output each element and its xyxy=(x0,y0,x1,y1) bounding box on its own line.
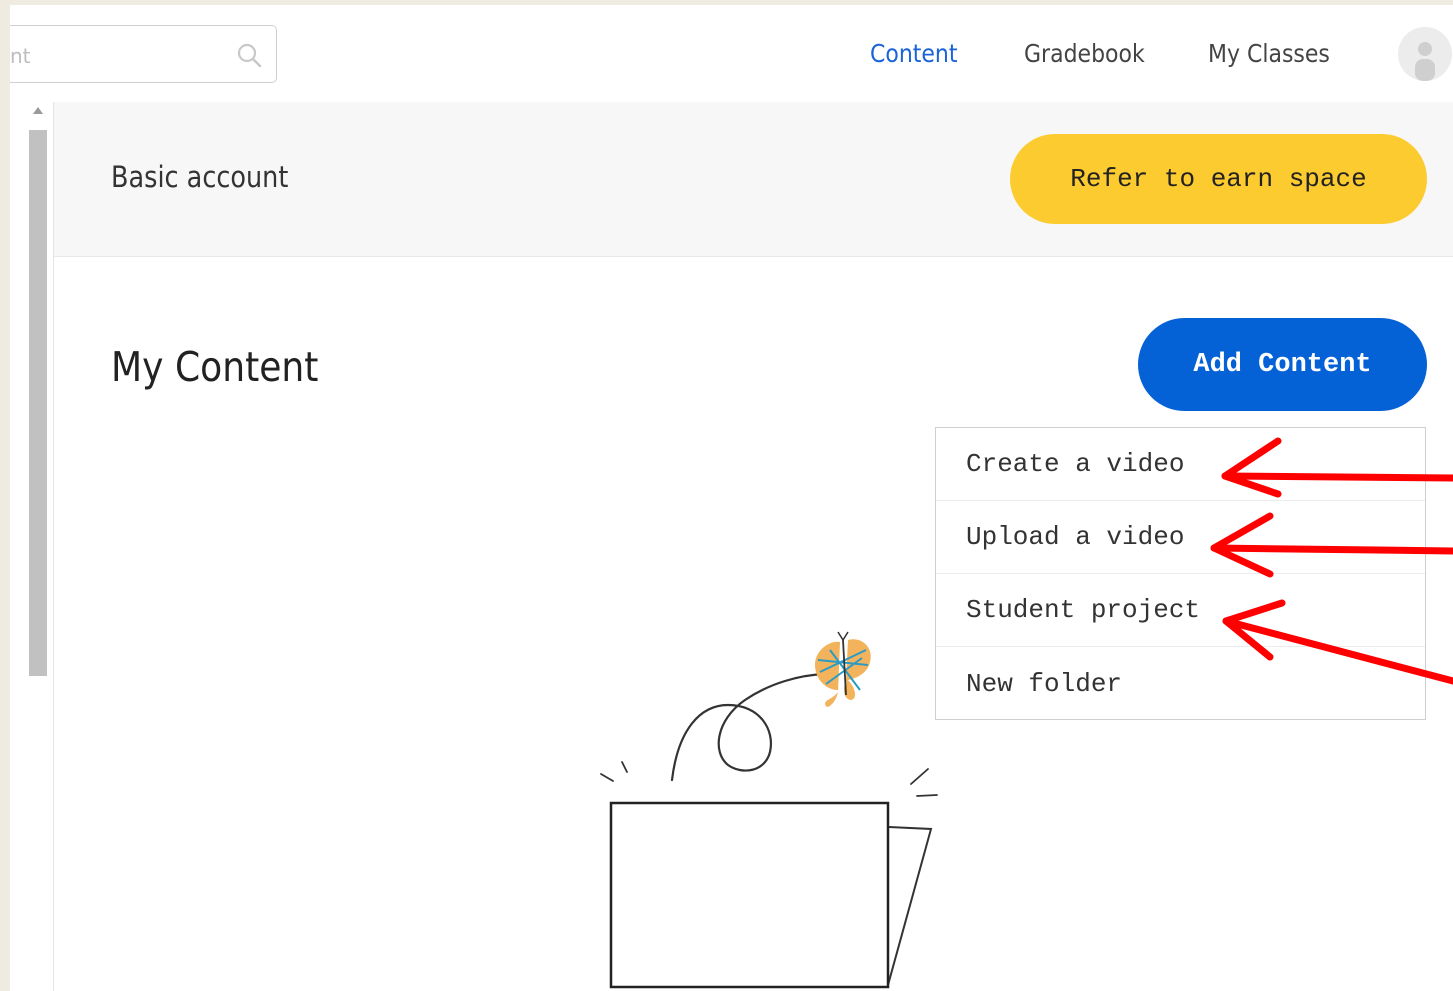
search-icon[interactable] xyxy=(236,42,262,68)
nav-tab-my-classes[interactable]: My Classes xyxy=(1208,41,1330,66)
refer-to-earn-space-button[interactable]: Refer to earn space xyxy=(1010,134,1427,224)
page-title: My Content xyxy=(111,343,319,391)
menu-item-new-folder[interactable]: New folder xyxy=(936,647,1425,720)
add-content-button[interactable]: Add Content xyxy=(1138,318,1427,411)
user-avatar-icon[interactable] xyxy=(1398,27,1452,81)
menu-item-create-video[interactable]: Create a video xyxy=(936,428,1425,501)
account-banner: Basic account Refer to earn space xyxy=(54,102,1453,257)
search-input-text: nt xyxy=(10,44,31,68)
search-input[interactable]: nt xyxy=(10,25,277,83)
top-navigation-bar: nt Content Gradebook My Classes xyxy=(10,5,1453,103)
nav-tab-gradebook[interactable]: Gradebook xyxy=(1024,41,1145,66)
menu-item-upload-video[interactable]: Upload a video xyxy=(936,501,1425,574)
nav-tab-content[interactable]: Content xyxy=(870,41,958,66)
menu-item-student-project[interactable]: Student project xyxy=(936,574,1425,647)
scroll-up-arrow-icon[interactable] xyxy=(33,107,43,114)
scrollbar-thumb[interactable] xyxy=(29,130,47,676)
account-type-label: Basic account xyxy=(111,160,289,194)
add-content-dropdown-menu: Create a video Upload a video Student pr… xyxy=(935,427,1426,720)
empty-folder-with-butterfly-illustration xyxy=(600,631,938,989)
left-sidebar xyxy=(10,102,54,991)
